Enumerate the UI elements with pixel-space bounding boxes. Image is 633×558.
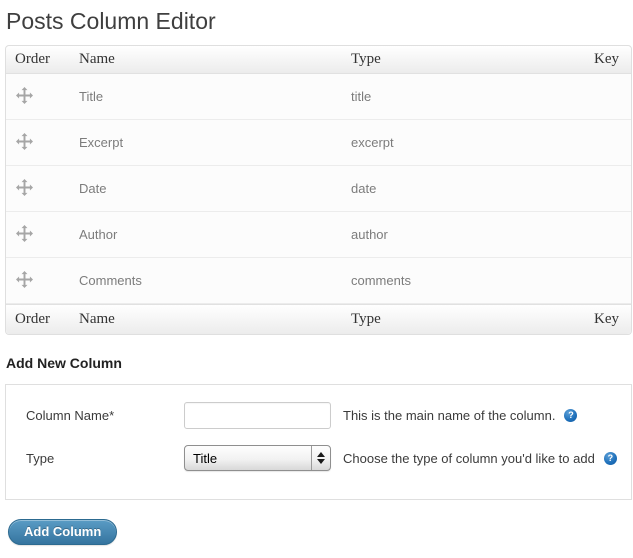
drag-move-icon[interactable]: [16, 86, 33, 104]
drag-move-icon[interactable]: [16, 132, 33, 150]
type-select-value: Title: [193, 450, 218, 466]
type-help-text: Choose the type of column you'd like to …: [343, 450, 595, 466]
row-name: Author: [79, 227, 118, 242]
row-name: Title: [79, 89, 104, 104]
footer-type: Type: [351, 311, 381, 327]
select-stepper-icon: [311, 446, 330, 470]
table-header-row: Order Name Type Key: [6, 46, 631, 74]
row-name: Excerpt: [79, 135, 124, 150]
column-name-help-text: This is the main name of the column.: [343, 408, 556, 423]
column-name-input[interactable]: [184, 402, 331, 429]
table-row: Author author: [6, 212, 631, 258]
row-name: Comments: [79, 273, 142, 288]
add-new-column-heading: Add New Column: [6, 355, 122, 371]
table-footer-row: Order Name Type Key: [6, 304, 631, 334]
footer-key: Key: [594, 311, 619, 327]
header-type: Type: [351, 51, 381, 67]
page: Posts Column Editor Order Name Type Key …: [0, 0, 633, 545]
page-title: Posts Column Editor: [6, 8, 216, 34]
row-type: comments: [351, 273, 411, 288]
table-row: Excerpt excerpt: [6, 120, 631, 166]
row-type: author: [351, 227, 388, 242]
help-icon[interactable]: ?: [564, 409, 578, 422]
header-name: Name: [79, 51, 115, 67]
column-name-row: Column Name* This is the main name of th…: [26, 402, 631, 429]
add-column-button[interactable]: Add Column: [8, 519, 118, 545]
row-type: title: [351, 89, 372, 104]
column-name-label: Column Name*: [26, 408, 115, 423]
help-icon[interactable]: ?: [603, 451, 617, 465]
table-row: Title title: [6, 74, 631, 120]
type-row: Type Title Choose the type of column you…: [26, 445, 631, 471]
table-row: Date date: [6, 166, 631, 212]
row-name: Date: [79, 181, 107, 196]
column-name-help: This is the main name of the column. ?: [343, 408, 578, 423]
type-select[interactable]: Title: [184, 445, 331, 471]
arrow-up-icon: [317, 452, 325, 457]
footer-name: Name: [79, 311, 115, 327]
drag-move-icon[interactable]: [16, 178, 33, 196]
add-column-form: Column Name* This is the main name of th…: [5, 384, 632, 500]
row-type: date: [351, 181, 377, 196]
drag-move-icon[interactable]: [16, 270, 33, 288]
arrow-down-icon: [317, 459, 325, 464]
footer-order: Order: [15, 311, 50, 327]
header-key: Key: [594, 51, 619, 67]
columns-table: Order Name Type Key Title title Excerpt …: [5, 45, 632, 335]
header-order: Order: [15, 51, 50, 67]
drag-move-icon[interactable]: [16, 224, 33, 242]
table-row: Comments comments: [6, 258, 631, 304]
type-help: Choose the type of column you'd like to …: [343, 451, 617, 466]
type-label: Type: [26, 450, 55, 466]
row-type: excerpt: [351, 135, 394, 150]
